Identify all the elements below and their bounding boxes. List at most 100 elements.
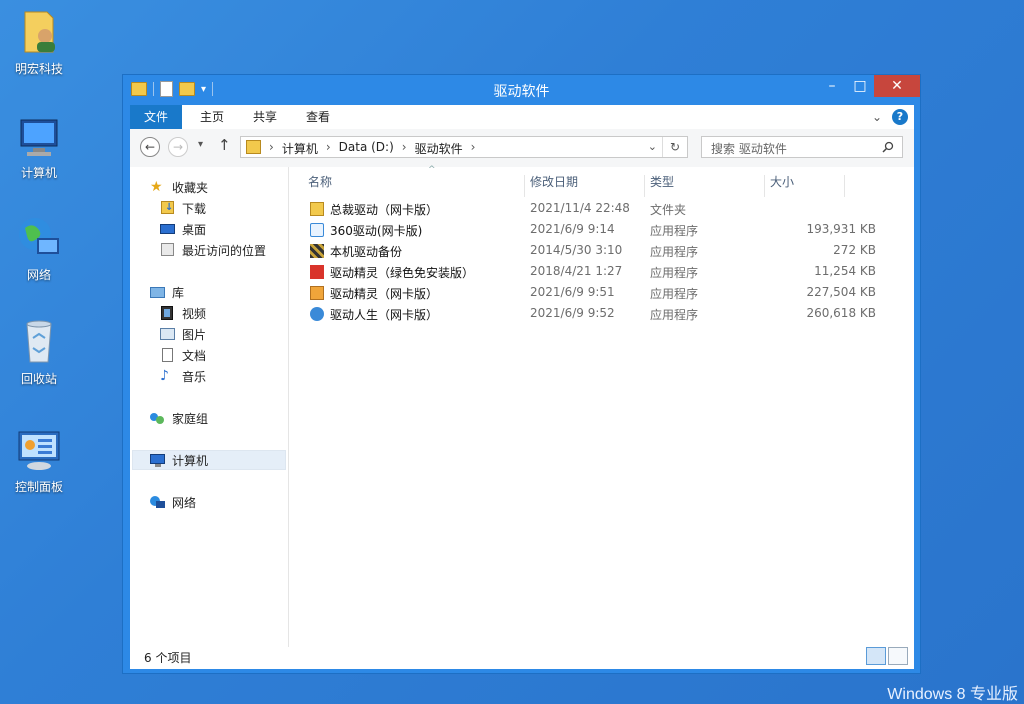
file-row[interactable]: 驱动精灵（网卡版） 2021/6/9 9:51 应用程序 227,504 KB <box>290 283 910 304</box>
tab-view[interactable]: 查看 <box>292 105 344 129</box>
recent-places-icon <box>160 243 176 257</box>
desktop-icon-user-folder[interactable]: 明宏科技 <box>8 8 70 77</box>
minimize-button[interactable]: – <box>818 75 846 97</box>
file-size: 193,931 KB <box>806 222 876 236</box>
desktop-icon-network[interactable]: 网络 <box>8 214 70 283</box>
documents-icon <box>160 348 176 362</box>
close-button[interactable]: ✕ <box>874 75 920 97</box>
nav-network[interactable]: 网络 <box>150 492 196 512</box>
file-name: 驱动人生（网卡版） <box>330 308 439 322</box>
window-title: 驱动软件 <box>493 84 550 100</box>
file-date: 2014/5/30 3:10 <box>530 243 623 257</box>
title-bar[interactable]: ▾ 驱动软件 – □ ✕ <box>123 75 920 105</box>
column-header-name[interactable]: 名称 <box>308 167 332 197</box>
nav-pictures[interactable]: 图片 <box>160 324 206 344</box>
desktop-icon-computer[interactable]: 计算机 <box>8 112 70 181</box>
desktop-icon-recycle-bin[interactable]: 回收站 <box>8 318 70 387</box>
nav-label: 文档 <box>182 348 207 363</box>
nav-homegroup[interactable]: 家庭组 <box>150 408 208 428</box>
column-divider[interactable] <box>524 175 525 197</box>
tab-home[interactable]: 主页 <box>186 105 238 129</box>
navigation-pane: ★ 收藏夹 ↓ 下载 桌面 最近访问的位置 库 视频 图片 文档 ♪ 音乐 家庭… <box>130 167 289 647</box>
details-view-button[interactable] <box>866 647 886 665</box>
nav-label: 收藏夹 <box>172 180 209 195</box>
sort-ascending-icon: ^ <box>428 165 436 175</box>
nav-music[interactable]: ♪ 音乐 <box>160 366 206 386</box>
address-dropdown-icon[interactable]: ⌄ <box>648 140 657 153</box>
file-row[interactable]: 驱动精灵（绿色免安装版） 2018/4/21 1:27 应用程序 11,254 … <box>290 262 910 283</box>
search-icon <box>882 141 894 153</box>
maximize-button[interactable]: □ <box>846 75 874 97</box>
file-row[interactable]: 驱动人生（网卡版） 2021/6/9 9:52 应用程序 260,618 KB <box>290 304 910 325</box>
column-header-type[interactable]: 类型 <box>650 167 674 197</box>
back-button[interactable]: ← <box>140 137 160 157</box>
breadcrumb-item[interactable]: Data (D:) <box>339 140 394 157</box>
refresh-icon[interactable]: ↻ <box>662 137 687 157</box>
file-type: 应用程序 <box>650 308 699 322</box>
expand-ribbon-icon[interactable]: ⌄ <box>872 110 882 124</box>
nav-computer[interactable]: 计算机 <box>132 450 286 470</box>
drivelife-icon <box>310 307 324 321</box>
recent-locations-dropdown-icon[interactable]: ▾ <box>198 139 203 150</box>
nav-libraries[interactable]: 库 <box>150 282 184 302</box>
nav-documents[interactable]: 文档 <box>160 345 206 365</box>
address-bar-area: ← → ▾ ↑ › 计算机 › Data (D:) › 驱动软件 › ⌄ ↻ 搜… <box>130 129 914 167</box>
breadcrumb-item[interactable]: 计算机 <box>282 140 318 157</box>
tab-file[interactable]: 文件 <box>130 105 183 129</box>
column-header-date[interactable]: 修改日期 <box>530 167 578 197</box>
file-size: 260,618 KB <box>806 306 876 320</box>
file-size: 227,504 KB <box>806 285 876 299</box>
column-divider[interactable] <box>764 175 765 197</box>
forward-button[interactable]: → <box>168 137 188 157</box>
large-icons-view-button[interactable] <box>888 647 908 665</box>
star-icon: ★ <box>150 179 163 195</box>
file-row[interactable]: 360驱动(网卡版) 2021/6/9 9:14 应用程序 193,931 KB <box>290 220 910 241</box>
homegroup-icon <box>150 411 166 425</box>
breadcrumb-item[interactable]: 驱动软件 <box>415 140 463 157</box>
control-panel-icon <box>15 426 63 474</box>
downloads-icon: ↓ <box>160 201 176 215</box>
column-header-size[interactable]: 大小 <box>770 167 794 197</box>
tab-share[interactable]: 共享 <box>239 105 291 129</box>
nav-desktop[interactable]: 桌面 <box>160 219 206 239</box>
nav-recent-places[interactable]: 最近访问的位置 <box>160 240 266 260</box>
nav-label: 视频 <box>182 306 207 321</box>
nav-label: 桌面 <box>182 222 207 237</box>
address-input[interactable]: › 计算机 › Data (D:) › 驱动软件 › ⌄ ↻ <box>240 136 688 158</box>
column-divider[interactable] <box>844 175 845 197</box>
breadcrumb: › 计算机 › Data (D:) › 驱动软件 › <box>269 140 475 157</box>
desktop-icon-control-panel[interactable]: 控制面板 <box>8 426 70 495</box>
chevron-right-icon: › <box>401 140 407 154</box>
360-app-icon <box>310 223 324 237</box>
drivergenius-icon <box>310 286 324 300</box>
desktop-icon-label: 控制面板 <box>14 480 63 494</box>
backup-app-icon <box>310 244 324 258</box>
file-date: 2018/4/21 1:27 <box>530 264 623 278</box>
file-list: ^ 名称 修改日期 类型 大小 总裁驱动（网卡版） 2021/11/4 22:4… <box>290 165 914 647</box>
item-count: 6 个项目 <box>144 651 192 665</box>
status-bar: 6 个项目 <box>130 645 914 669</box>
nav-videos[interactable]: 视频 <box>160 303 206 323</box>
nav-favorites[interactable]: ★ 收藏夹 <box>150 177 208 197</box>
file-date: 2021/6/9 9:52 <box>530 306 615 320</box>
computer-icon <box>15 112 63 160</box>
column-divider[interactable] <box>644 175 645 197</box>
help-icon[interactable]: ? <box>892 109 908 125</box>
pictures-icon <box>160 327 176 341</box>
nav-label: 图片 <box>182 327 207 342</box>
folder-icon <box>246 140 261 154</box>
file-type: 应用程序 <box>650 245 699 259</box>
explorer-window[interactable]: ▾ 驱动软件 – □ ✕ 文件 主页 共享 查看 ⌄ ? ← → ▾ ↑ › 计… <box>122 74 921 674</box>
file-row[interactable]: 总裁驱动（网卡版） 2021/11/4 22:48 文件夹 <box>290 199 910 220</box>
search-input[interactable]: 搜索 驱动软件 <box>701 136 903 158</box>
up-button[interactable]: ↑ <box>218 136 231 154</box>
search-placeholder: 搜索 驱动软件 <box>711 142 787 156</box>
video-icon <box>160 306 176 320</box>
file-row[interactable]: 本机驱动备份 2014/5/30 3:10 应用程序 272 KB <box>290 241 910 262</box>
nav-downloads[interactable]: ↓ 下载 <box>160 198 206 218</box>
chevron-right-icon: › <box>269 140 274 154</box>
desktop-icon-label: 网络 <box>26 268 51 282</box>
folder-icon <box>310 202 324 216</box>
file-name: 总裁驱动（网卡版） <box>330 203 439 217</box>
network-icon <box>15 214 63 262</box>
